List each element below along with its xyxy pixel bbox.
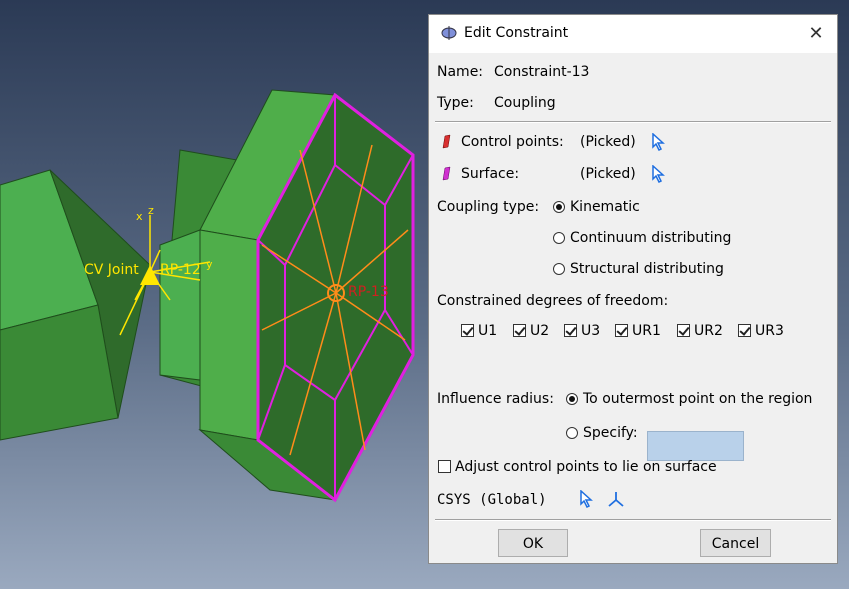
csys-label: CSYS (Global) [437,492,547,508]
pick-csys-arrow-icon[interactable] [579,489,593,512]
checkbox-indicator [738,324,751,337]
rp12-label: RP-12 [160,262,201,278]
dialog-body: Name: Constraint-13 Type: Coupling Contr… [429,53,837,563]
dialog-titlebar[interactable]: Edit Constraint ✕ [429,15,837,54]
cv-joint-label: CV Joint [84,262,139,278]
coupling-kinematic-label: Kinematic [570,199,640,215]
cancel-button[interactable]: Cancel [700,529,771,557]
radio-indicator [553,263,565,275]
checkbox-indicator [564,324,577,337]
checkbox-indicator [438,460,451,473]
dof-u2-label: U2 [530,323,550,339]
coupling-kinematic-radio[interactable]: Kinematic [553,199,640,215]
radio-indicator [566,393,578,405]
coupling-continuum-radio[interactable]: Continuum distributing [553,230,731,246]
dof-u3-checkbox[interactable]: U3 [564,323,600,339]
dof-u1-label: U1 [478,323,498,339]
checkbox-indicator [677,324,690,337]
radio-indicator [553,232,565,244]
pick-control-points-arrow-icon[interactable] [651,132,665,155]
dof-u1-checkbox[interactable]: U1 [461,323,497,339]
axis-x-label: x [136,210,143,223]
influence-specify-radio[interactable]: Specify: [566,425,638,441]
dof-ur3-checkbox[interactable]: UR3 [738,323,784,339]
coupling-structural-radio[interactable]: Structural distributing [553,261,724,277]
dialog-title: Edit Constraint [464,25,569,41]
influence-outermost-radio[interactable]: To outermost point on the region [566,391,812,407]
adjust-control-points-checkbox[interactable]: Adjust control points to lie on surface [438,459,717,475]
influence-radius-label: Influence radius: [437,391,554,407]
separator [435,121,831,123]
dof-u2-checkbox[interactable]: U2 [513,323,549,339]
constraint-icon [441,25,457,45]
dof-label: Constrained degrees of freedom: [437,293,669,309]
control-points-marker-icon [441,134,451,154]
dof-ur1-label: UR1 [632,323,661,339]
radio-indicator [553,201,565,213]
specify-radius-input[interactable] [647,431,744,461]
influence-outermost-label: To outermost point on the region [583,391,813,407]
type-value: Coupling [494,95,556,111]
control-points-label: Control points: [461,134,564,150]
left-part-face-bottom [0,304,119,441]
checkbox-indicator [461,324,474,337]
coupling-type-label: Coupling type: [437,199,540,215]
checkbox-indicator [513,324,526,337]
ok-button[interactable]: OK [498,529,568,557]
surface-value: (Picked) [580,166,636,182]
name-value: Constraint-13 [494,64,590,80]
axis-y-label: y [206,258,213,271]
coupling-continuum-label: Continuum distributing [570,230,732,246]
control-points-value: (Picked) [580,134,636,150]
type-label: Type: [437,95,474,111]
dof-ur1-checkbox[interactable]: UR1 [615,323,661,339]
dof-u3-label: U3 [581,323,601,339]
surface-marker-icon [441,166,451,186]
dof-ur2-checkbox[interactable]: UR2 [677,323,723,339]
rp13-label: RP-13 [348,284,389,300]
radio-indicator [566,427,578,439]
middle-part-face [159,229,201,381]
separator [435,519,831,521]
checkbox-indicator [615,324,628,337]
pick-surface-arrow-icon[interactable] [651,164,665,187]
axis-z-label: z [148,204,154,217]
surface-label: Surface: [461,166,520,182]
coupling-structural-label: Structural distributing [570,261,724,277]
close-icon[interactable]: ✕ [803,21,829,47]
dof-ur3-label: UR3 [755,323,784,339]
name-label: Name: [437,64,484,80]
edit-constraint-dialog: Edit Constraint ✕ Name: Constraint-13 Ty… [428,14,838,564]
influence-specify-label: Specify: [583,425,638,441]
create-csys-axes-icon[interactable] [607,490,625,512]
dof-ur2-label: UR2 [694,323,723,339]
adjust-control-points-label: Adjust control points to lie on surface [455,459,717,475]
